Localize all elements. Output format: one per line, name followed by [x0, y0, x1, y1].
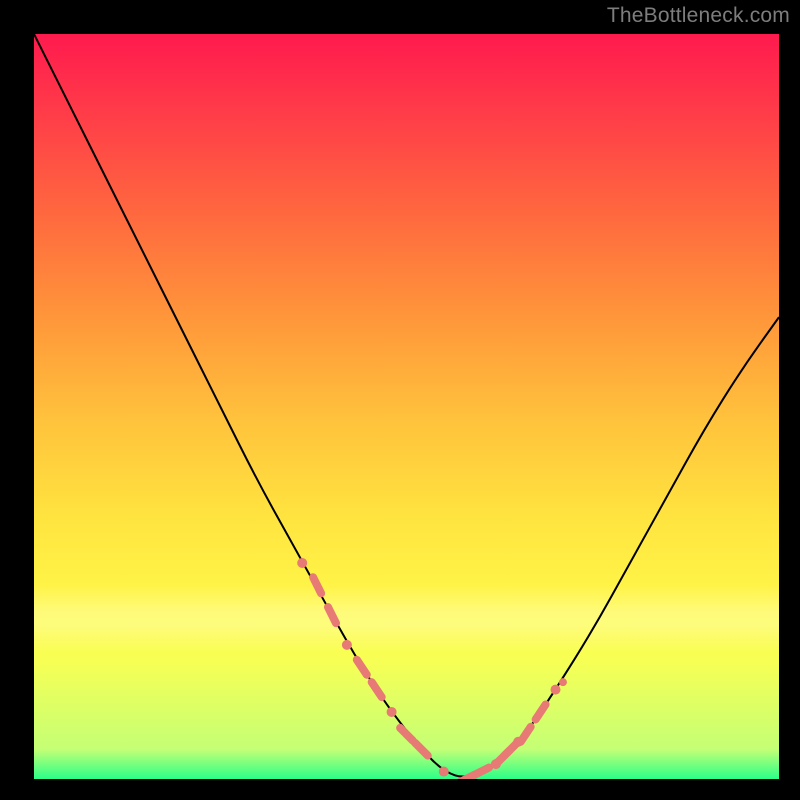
marker-dash: [521, 727, 531, 742]
marker-dash: [372, 682, 382, 697]
chart-area: [34, 34, 779, 779]
marker-dash: [473, 768, 489, 776]
curve-layer: [34, 34, 779, 779]
marker-dash: [536, 704, 546, 719]
marker-dot: [297, 558, 307, 568]
watermark-text: TheBottleneck.com: [607, 4, 790, 28]
marker-dash: [415, 743, 428, 756]
marker-dash: [357, 660, 367, 675]
marker-dot: [342, 640, 352, 650]
marker-dot: [387, 707, 397, 717]
bottleneck-curve: [34, 34, 779, 777]
marker-dash: [400, 728, 413, 741]
marker-dot: [439, 767, 449, 777]
marker-dash: [313, 577, 321, 593]
highlighted-markers: [297, 558, 563, 779]
marker-dash: [328, 607, 336, 623]
marker-dot: [551, 685, 561, 695]
